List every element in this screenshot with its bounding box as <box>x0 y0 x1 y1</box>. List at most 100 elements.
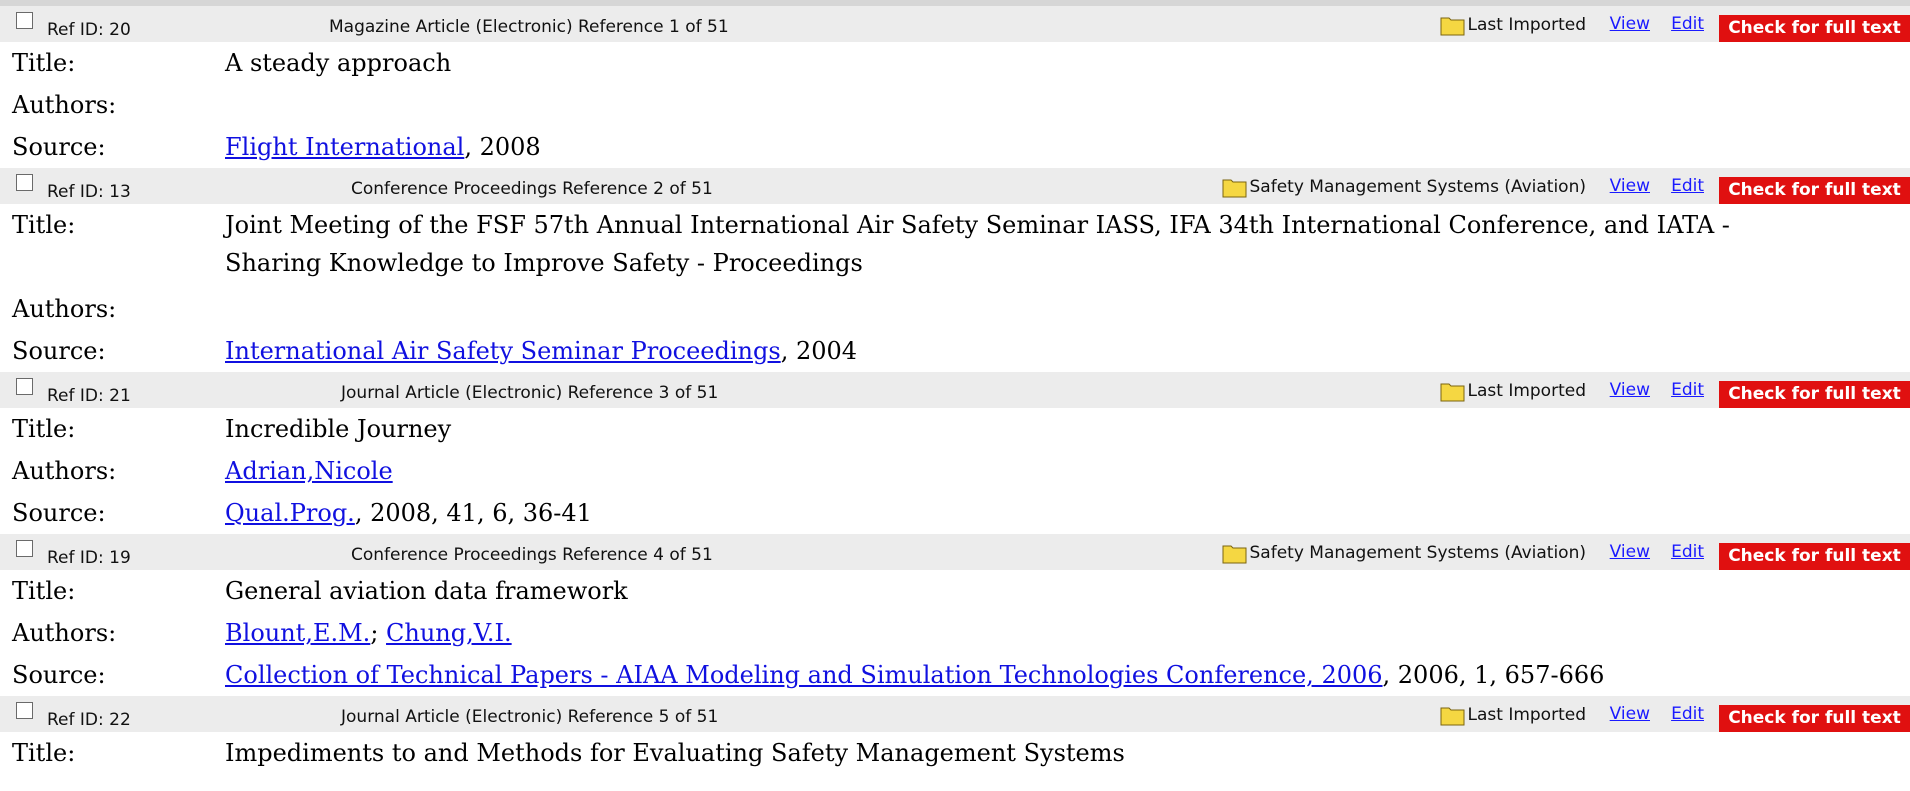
folder-icon <box>1440 17 1464 36</box>
title-value: Impediments to and Methods for Evaluatin… <box>225 739 1125 767</box>
source-label: Source: <box>12 661 106 689</box>
reference-header: Ref ID: 20 Magazine Article (Electronic)… <box>0 6 1910 42</box>
author-link[interactable]: Chung,V.I. <box>386 619 512 647</box>
title-label: Title: <box>12 49 76 77</box>
folder-name: Last Imported <box>1467 705 1587 725</box>
authors-label: Authors: <box>12 619 117 647</box>
edit-link[interactable]: Edit <box>1671 542 1704 562</box>
ref-id: Ref ID: 20 <box>47 20 131 40</box>
authors-row: Authors: Blount,E.M.; Chung,V.I. <box>0 612 1910 654</box>
select-checkbox[interactable] <box>16 12 33 29</box>
source-row: Source: Qual.Prog., 2008, 41, 6, 36-41 <box>0 492 1910 534</box>
view-link[interactable]: View <box>1610 14 1650 34</box>
author-link[interactable]: Adrian,Nicole <box>225 457 393 485</box>
folder-icon <box>1222 545 1246 564</box>
source-details: , 2008 <box>464 133 541 161</box>
source-row: Source: Collection of Technical Papers -… <box>0 654 1910 696</box>
check-full-text-button[interactable]: Check for full text <box>1719 705 1910 732</box>
reference-header: Ref ID: 21 Journal Article (Electronic) … <box>0 372 1910 408</box>
reference-entry: Ref ID: 13 Conference Proceedings Refere… <box>0 168 1910 372</box>
ref-id: Ref ID: 22 <box>47 710 131 730</box>
ref-id: Ref ID: 21 <box>47 386 131 406</box>
select-checkbox[interactable] <box>16 378 33 395</box>
title-row: Title: Impediments to and Methods for Ev… <box>0 732 1910 774</box>
title-value: Joint Meeting of the FSF 57th Annual Int… <box>225 211 1730 277</box>
source-row: Source: International Air Safety Seminar… <box>0 330 1910 372</box>
folder-icon <box>1222 179 1246 198</box>
title-row: Title: A steady approach <box>0 42 1910 84</box>
title-label: Title: <box>12 211 76 239</box>
source-value: Collection of Technical Papers - AIAA Mo… <box>225 656 1825 694</box>
author-link[interactable]: Blount,E.M. <box>225 619 370 647</box>
source-link[interactable]: Flight International <box>225 133 464 161</box>
view-link[interactable]: View <box>1610 704 1650 724</box>
reference-type: Magazine Article (Electronic) Reference … <box>329 17 729 37</box>
source-link[interactable]: Collection of Technical Papers - AIAA Mo… <box>225 661 1383 689</box>
reference-header: Ref ID: 13 Conference Proceedings Refere… <box>0 168 1910 204</box>
reference-entry: Ref ID: 19 Conference Proceedings Refere… <box>0 534 1910 696</box>
title-value: A steady approach <box>225 49 452 77</box>
select-checkbox[interactable] <box>16 174 33 191</box>
folder-name: Last Imported <box>1467 381 1587 401</box>
view-link[interactable]: View <box>1610 380 1650 400</box>
authors-row: Authors: <box>0 84 1910 126</box>
reference-header: Ref ID: 19 Conference Proceedings Refere… <box>0 534 1910 570</box>
view-link[interactable]: View <box>1610 542 1650 562</box>
select-checkbox[interactable] <box>16 540 33 557</box>
reference-type: Conference Proceedings Reference 4 of 51 <box>351 545 713 565</box>
reference-entry: Ref ID: 20 Magazine Article (Electronic)… <box>0 6 1910 168</box>
edit-link[interactable]: Edit <box>1671 380 1704 400</box>
folder-group: Safety Management Systems (Aviation) <box>1222 176 1586 198</box>
check-full-text-button[interactable]: Check for full text <box>1719 381 1910 408</box>
reference-type: Conference Proceedings Reference 2 of 51 <box>351 179 713 199</box>
title-row: Title: General aviation data framework <box>0 570 1910 612</box>
source-link[interactable]: Qual.Prog. <box>225 499 355 527</box>
folder-group: Last Imported <box>1440 14 1587 36</box>
folder-group: Last Imported <box>1440 704 1587 726</box>
source-row: Source: Flight International, 2008 <box>0 126 1910 168</box>
folder-group: Safety Management Systems (Aviation) <box>1222 542 1587 564</box>
source-label: Source: <box>12 133 106 161</box>
title-label: Title: <box>12 577 76 605</box>
ref-id: Ref ID: 19 <box>47 548 131 568</box>
edit-link[interactable]: Edit <box>1671 704 1704 724</box>
authors-row: Authors: Adrian,Nicole <box>0 450 1910 492</box>
view-link[interactable]: View <box>1610 176 1650 196</box>
source-label: Source: <box>12 337 106 365</box>
title-value: General aviation data framework <box>225 577 628 605</box>
reference-entry: Ref ID: 22 Journal Article (Electronic) … <box>0 696 1910 774</box>
title-label: Title: <box>12 739 76 767</box>
check-full-text-button[interactable]: Check for full text <box>1719 15 1910 42</box>
edit-link[interactable]: Edit <box>1671 176 1704 196</box>
title-row: Title: Joint Meeting of the FSF 57th Ann… <box>0 204 1910 288</box>
source-value: International Air Safety Seminar Proceed… <box>225 332 1825 370</box>
check-full-text-button[interactable]: Check for full text <box>1719 543 1910 570</box>
source-details: , 2004 <box>780 337 858 365</box>
title-value: Incredible Journey <box>225 415 452 443</box>
title-label: Title: <box>12 415 76 443</box>
source-value: Qual.Prog., 2008, 41, 6, 36-41 <box>225 494 1825 532</box>
select-checkbox[interactable] <box>16 702 33 719</box>
authors-value: Blount,E.M.; Chung,V.I. <box>225 619 512 647</box>
title-row: Title: Incredible Journey <box>0 408 1910 450</box>
edit-link[interactable]: Edit <box>1671 14 1704 34</box>
authors-label: Authors: <box>12 457 117 485</box>
source-value: Flight International, 2008 <box>225 128 1825 166</box>
authors-row: Authors: <box>0 288 1910 330</box>
reference-type: Journal Article (Electronic) Reference 5… <box>341 707 719 727</box>
authors-value: Adrian,Nicole <box>225 452 1825 490</box>
source-link[interactable]: International Air Safety Seminar Proceed… <box>225 337 781 365</box>
authors-label: Authors: <box>12 295 117 323</box>
authors-label: Authors: <box>12 91 117 119</box>
ref-id: Ref ID: 13 <box>47 182 131 202</box>
reference-entry: Ref ID: 21 Journal Article (Electronic) … <box>0 372 1910 534</box>
source-details: , 2008, 41, 6, 36-41 <box>354 499 592 527</box>
folder-icon <box>1440 383 1464 402</box>
reference-type: Journal Article (Electronic) Reference 3… <box>341 383 719 403</box>
folder-icon <box>1440 707 1464 726</box>
folder-group: Last Imported <box>1440 380 1587 402</box>
folder-name: Safety Management Systems (Aviation) <box>1249 543 1587 563</box>
source-label: Source: <box>12 499 106 527</box>
folder-name: Last Imported <box>1467 15 1587 35</box>
check-full-text-button[interactable]: Check for full text <box>1719 177 1910 204</box>
